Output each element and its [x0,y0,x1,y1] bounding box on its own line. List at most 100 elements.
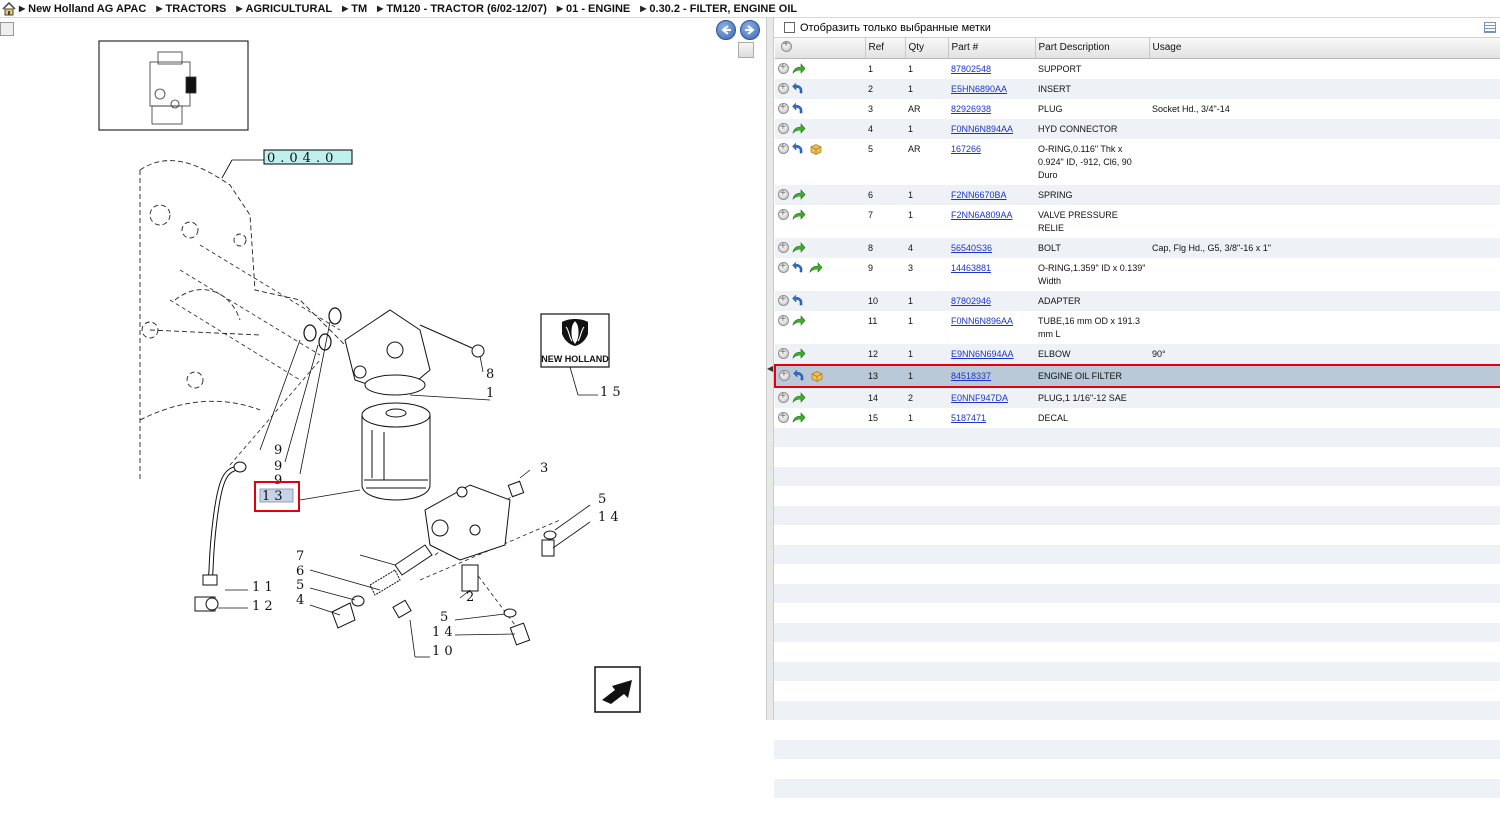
table-row[interactable]: 41F0NN6N894AA HYD CONNECTOR [775,118,1500,139]
part-number-link[interactable]: E5HN6890AA [951,84,1007,94]
part-number-link[interactable]: F2NN6670BA [951,190,1007,200]
description-cell: PLUG [1035,98,1149,119]
part-number-link[interactable]: 167266 [951,144,981,154]
expand-row-icon[interactable] [778,260,789,273]
table-row[interactable]: 71F2NN6A809AA VALVE PRESSURE RELIE [775,204,1500,238]
green-arrow-icon[interactable] [792,411,806,424]
green-arrow-icon[interactable] [792,188,806,201]
kit-box-icon[interactable] [810,370,824,382]
expand-row-icon[interactable] [778,101,789,114]
expand-row-icon[interactable] [778,410,789,423]
blue-arrow-icon[interactable] [792,82,806,95]
table-row[interactable]: 1187802548SUPPORT [775,58,1500,79]
kit-box-icon[interactable] [809,143,823,155]
expand-row-icon[interactable] [778,390,789,403]
part-number-link[interactable]: E0NNF947DA [951,393,1008,403]
collapse-arrow-icon[interactable]: ◀ [767,360,773,378]
part-number-link[interactable]: F0NN6N896AA [951,316,1013,326]
table-row[interactable]: 8456540S36 BOLTCap, Flg Hd., G5, 3/8"-16 … [775,237,1500,258]
row-actions [775,204,865,238]
column-header-description[interactable]: Part Description [1035,38,1150,59]
column-header-ref[interactable]: Ref [865,38,906,59]
ref-cell: 9 [865,257,905,291]
part-number-link[interactable]: F0NN6N894AA [951,124,1013,134]
expand-row-icon[interactable] [778,121,789,134]
expand-row-icon[interactable] [778,141,789,154]
show-selected-only-checkbox[interactable] [784,22,795,33]
breadcrumb-item[interactable]: ▶ 01 - ENGINE [557,3,630,15]
column-header-qty[interactable]: Qty [905,38,949,59]
blue-arrow-icon[interactable] [792,294,806,307]
table-row[interactable]: 121E9NN6N694AA ELBOW90° [775,343,1500,365]
table-row[interactable]: 3AR82926938 PLUGSocket Hd., 3/4"-14 [775,98,1500,119]
column-header-usage[interactable]: Usage [1149,38,1500,59]
breadcrumb-label: TRACTORS [165,2,227,15]
breadcrumb-item[interactable]: ▶ 0.30.2 - FILTER, ENGINE OIL [640,3,797,15]
green-arrow-icon[interactable] [792,208,806,221]
row-actions [775,98,865,119]
selected-callout: 13 [262,489,287,504]
expand-all-header[interactable] [775,38,866,59]
table-row[interactable]: 111F0NN6N896AATUBE,16 mm OD x 191.3 mm L [775,310,1500,344]
green-arrow-icon[interactable] [792,122,806,135]
part-number-link[interactable]: 5187471 [951,413,986,423]
table-row[interactable]: 21E5HN6890AA INSERT [775,78,1500,99]
table-row[interactable]: 13184518337 ENGINE OIL FILTER [774,363,1500,388]
breadcrumb-item[interactable]: ▶ AGRICULTURAL [236,3,332,15]
expand-all-icon[interactable] [781,39,792,52]
adapter-part [424,484,511,561]
green-arrow-icon[interactable] [792,241,806,254]
expand-row-icon[interactable] [778,81,789,94]
table-row[interactable]: 9314463881 O-RING,1.359" ID x 0.139" Widt… [775,257,1500,291]
part-number-link[interactable]: 84518337 [951,371,991,381]
green-arrow-icon[interactable] [809,261,823,274]
expand-row-icon[interactable] [778,187,789,200]
table-row[interactable]: 5AR167266 O-RING,0.116" Thk x 0.924" ID, … [775,138,1500,185]
breadcrumb-label: New Holland AG APAC [28,2,147,15]
usage-cell [1149,118,1500,139]
engine-block-outline [139,160,346,480]
blue-arrow-icon[interactable] [792,142,806,155]
green-arrow-icon[interactable] [792,391,806,404]
green-arrow-icon[interactable] [792,347,806,360]
green-arrow-icon[interactable] [792,314,806,327]
description-cell: O-RING,1.359" ID x 0.139" Width [1035,257,1149,291]
expand-row-icon[interactable] [778,61,789,74]
part-number-link[interactable]: 56540S36 [951,243,992,253]
expand-row-icon[interactable] [778,346,789,359]
part-number-link[interactable]: F2NN6A809AA [951,210,1013,220]
table-row[interactable]: 61F2NN6670BA SPRING [775,184,1500,205]
row-actions [775,184,865,205]
table-row[interactable]: 142E0NNF947DA PLUG,1 1/16"-12 SAE [775,386,1500,408]
part-number-link[interactable]: 14463881 [951,263,991,273]
expand-row-icon[interactable] [778,313,789,326]
expand-row-icon[interactable] [779,368,790,381]
breadcrumb-item[interactable]: ▶ TRACTORS [156,3,226,15]
blue-arrow-icon[interactable] [792,261,806,274]
usage-cell: Cap, Flg Hd., G5, 3/8"-16 x 1" [1149,237,1500,258]
breadcrumb-item[interactable]: ▶ TM [342,3,367,15]
home-icon[interactable] [2,1,16,16]
table-row[interactable]: 1515187471 DECAL [775,407,1500,428]
table-row[interactable]: 10187802946 ADAPTER [775,290,1500,311]
breadcrumb-item[interactable]: ▶ TM120 - TRACTOR (6/02-12/07) [377,3,547,15]
breadcrumb: ▶ New Holland AG APAC ▶ TRACTORS ▶ AGRICULTUR… [0,0,1500,18]
part-number-link[interactable]: 87802548 [951,64,991,74]
part-number-link[interactable]: 82926938 [951,104,991,114]
list-view-icon[interactable] [1484,22,1496,33]
part-number-cell: 84518337 [948,363,1035,388]
part-number-link[interactable]: 87802946 [951,296,991,306]
qty-cell: 2 [905,386,948,408]
expand-row-icon[interactable] [778,240,789,253]
go-to-next-section-button[interactable] [594,666,641,713]
breadcrumb-item[interactable]: ▶ New Holland AG APAC [19,3,146,15]
expand-row-icon[interactable] [778,293,789,306]
blue-arrow-icon[interactable] [792,102,806,115]
green-arrow-icon[interactable] [792,62,806,75]
ref-cell: 15 [865,407,905,428]
part-number-link[interactable]: E9NN6N694AA [951,349,1014,359]
row-actions [775,237,865,258]
expand-row-icon[interactable] [778,207,789,220]
column-header-part[interactable]: Part # [948,38,1036,59]
blue-arrow-icon[interactable] [793,369,807,382]
